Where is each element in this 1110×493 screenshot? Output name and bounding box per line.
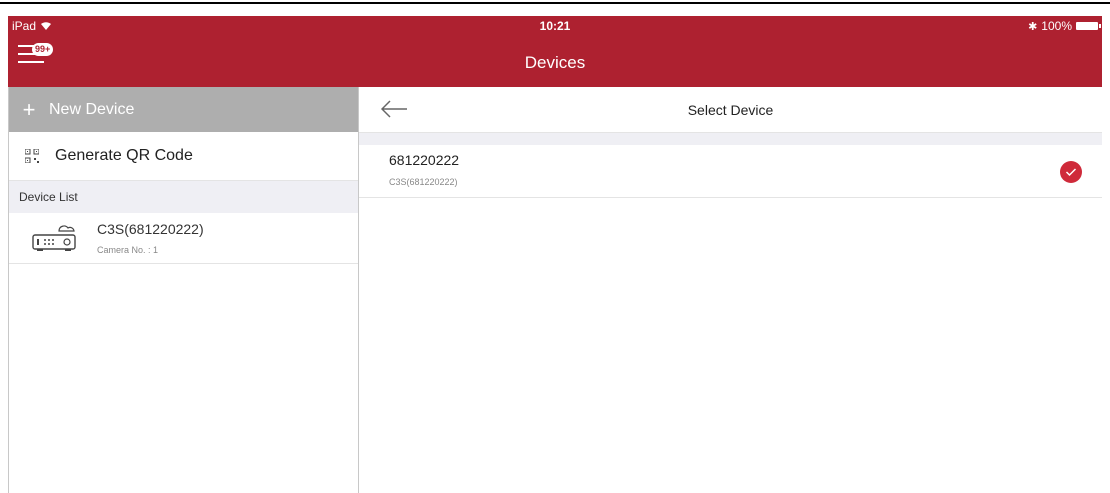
nvr-device-icon [9,221,97,255]
sidebar: + New Device Generate QR Code Device Lis… [8,87,359,493]
qr-code-icon [9,149,55,163]
plus-icon: + [22,96,36,122]
back-arrow-icon[interactable] [379,98,409,120]
new-device-button[interactable]: + New Device [9,87,358,132]
section-spacer [359,133,1102,145]
panel-header: Select Device [359,87,1102,133]
panel-title: Select Device [687,101,774,118]
battery-icon [1076,22,1101,30]
device-list-item[interactable]: C3S(681220222) Camera No. : 1 [9,213,358,264]
top-divider [0,0,1110,4]
device-camera-count: Camera No. : 1 [97,245,159,255]
battery-percent: 100% [1041,19,1072,33]
device-name: C3S(681220222) [97,221,204,237]
new-device-label: New Device [49,100,135,118]
bluetooth-icon: ✱ [1028,20,1038,33]
status-right: ✱ 100% [1028,19,1101,33]
page-title: Devices [524,53,586,72]
checkmark-icon[interactable] [1060,161,1082,183]
select-device-item[interactable]: 681220222 C3S(681220222) [359,145,1102,198]
generate-qr-button[interactable]: Generate QR Code [9,132,358,181]
generate-qr-label: Generate QR Code [55,147,193,164]
select-device-panel: Select Device 681220222 C3S(681220222) [359,87,1102,493]
device-model: C3S(681220222) [389,177,458,187]
device-list-header: Device List [9,181,358,213]
status-time: 10:21 [539,19,571,33]
app-header: iPad 10:21 ✱ 100% 99+ Devices [8,16,1102,87]
device-serial: 681220222 [389,152,460,168]
